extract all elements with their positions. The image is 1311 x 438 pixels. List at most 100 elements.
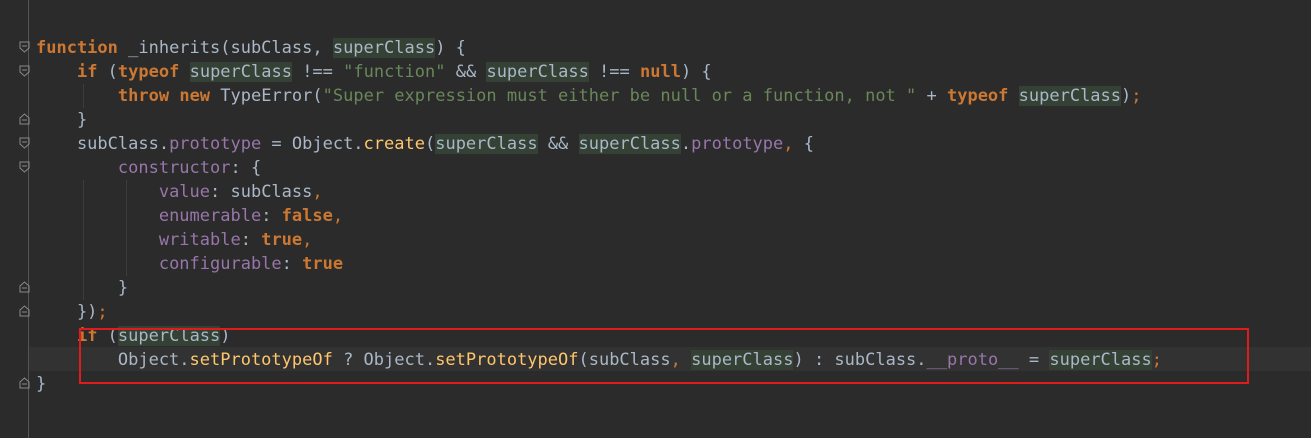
code-token: superClass bbox=[1049, 350, 1152, 370]
code-token: ; bbox=[1131, 86, 1142, 106]
code-line[interactable]: function _inherits(subClass, superClass)… bbox=[36, 36, 466, 60]
code-token: (subClass bbox=[578, 350, 671, 370]
code-token: && bbox=[445, 62, 487, 82]
code-token: && bbox=[537, 134, 579, 154]
code-token: ) { bbox=[680, 62, 712, 82]
code-line[interactable]: } bbox=[36, 108, 87, 132]
code-token: ) { bbox=[435, 38, 466, 58]
code-token: new bbox=[179, 86, 211, 106]
code-token: superClass bbox=[486, 62, 589, 82]
code-line[interactable]: subClass.prototype = Object.create(super… bbox=[36, 132, 814, 156]
code-line[interactable]: if (superClass) bbox=[36, 324, 231, 348]
code-token: ( bbox=[97, 326, 118, 346]
code-line[interactable]: } bbox=[36, 372, 46, 396]
code-token: superClass bbox=[1018, 86, 1122, 106]
code-token: "function" bbox=[343, 62, 446, 82]
code-line[interactable]: Object.setPrototypeOf ? Object.setProtot… bbox=[36, 348, 1162, 372]
code-token: , bbox=[332, 206, 344, 226]
code-token: _inherits(subClass, bbox=[117, 38, 333, 58]
code-token: throw bbox=[117, 86, 170, 106]
code-token: typeof bbox=[117, 62, 180, 82]
code-token: null bbox=[640, 62, 681, 82]
code-token: superClass bbox=[117, 326, 221, 346]
code-token: value bbox=[158, 182, 211, 202]
code-token: !== bbox=[291, 62, 344, 82]
fold-open-icon[interactable] bbox=[19, 161, 30, 173]
code-token: if bbox=[76, 62, 98, 82]
code-token: , bbox=[670, 350, 681, 370]
code-editor[interactable]: function _inherits(subClass, superClass)… bbox=[0, 0, 1311, 438]
code-token: , bbox=[312, 182, 323, 202]
code-line[interactable]: } bbox=[36, 276, 128, 300]
code-token: , bbox=[783, 134, 794, 154]
code-token: if bbox=[76, 326, 98, 346]
code-line[interactable]: if (typeof superClass !== "function" && … bbox=[36, 60, 712, 84]
code-token: + bbox=[916, 86, 947, 106]
code-token: TypeError( bbox=[210, 86, 323, 106]
code-line[interactable]: }); bbox=[36, 300, 108, 324]
code-line[interactable]: configurable: true bbox=[36, 252, 343, 276]
code-token: Object. bbox=[36, 350, 190, 370]
code-token: : bbox=[240, 230, 262, 250]
code-token: enumerable bbox=[158, 206, 262, 226]
code-token: prototype bbox=[169, 134, 262, 154]
code-token: ; bbox=[1151, 350, 1162, 370]
code-token: : bbox=[261, 206, 282, 226]
code-token: create bbox=[363, 134, 425, 154]
code-token: : subClass bbox=[210, 182, 313, 202]
fold-open-icon[interactable] bbox=[19, 65, 30, 77]
code-token: true bbox=[302, 254, 344, 274]
code-token: true bbox=[261, 230, 303, 250]
code-token: ) bbox=[220, 326, 231, 346]
code-line[interactable]: throw new TypeError("Super expression mu… bbox=[36, 84, 1142, 108]
code-token: { bbox=[793, 134, 814, 154]
code-token: superClass bbox=[691, 350, 794, 370]
code-line[interactable]: enumerable: false, bbox=[36, 204, 343, 228]
code-token: ( bbox=[424, 134, 436, 154]
code-token: : bbox=[281, 254, 303, 274]
fold-close-icon[interactable] bbox=[19, 377, 30, 389]
code-token: superClass bbox=[189, 62, 292, 82]
code-token: : { bbox=[230, 158, 262, 178]
fold-close-icon[interactable] bbox=[19, 305, 30, 317]
code-token: superClass bbox=[578, 134, 681, 154]
code-token: setPrototypeOf bbox=[189, 350, 333, 370]
code-token: ) bbox=[1121, 86, 1132, 106]
code-token: ( bbox=[97, 62, 118, 82]
editor-gutter bbox=[0, 0, 30, 438]
code-token: = bbox=[1018, 350, 1050, 370]
code-line[interactable]: constructor: { bbox=[36, 156, 261, 180]
code-token: ? Object. bbox=[332, 350, 436, 370]
fold-open-icon[interactable] bbox=[19, 41, 30, 53]
fold-open-icon[interactable] bbox=[19, 137, 30, 149]
code-line[interactable]: writable: true, bbox=[36, 228, 313, 252]
code-line[interactable]: value: subClass, bbox=[36, 180, 323, 204]
fold-close-icon[interactable] bbox=[19, 113, 30, 125]
code-token: subClass. bbox=[36, 134, 170, 154]
code-token: ; bbox=[97, 302, 108, 322]
code-token: } bbox=[36, 110, 88, 130]
code-token: writable bbox=[158, 230, 241, 250]
code-token: prototype bbox=[691, 134, 784, 154]
code-token: "Super expression must either be null or… bbox=[322, 86, 917, 106]
code-token: } bbox=[36, 374, 47, 394]
code-token: superClass bbox=[435, 134, 538, 154]
code-token: ) : subClass. bbox=[793, 350, 927, 370]
code-token: configurable bbox=[158, 254, 282, 274]
code-token: }) bbox=[36, 302, 98, 322]
code-token: . bbox=[680, 134, 692, 154]
code-token: } bbox=[36, 278, 129, 298]
code-token: __proto__ bbox=[926, 350, 1019, 370]
fold-close-icon[interactable] bbox=[19, 281, 30, 293]
